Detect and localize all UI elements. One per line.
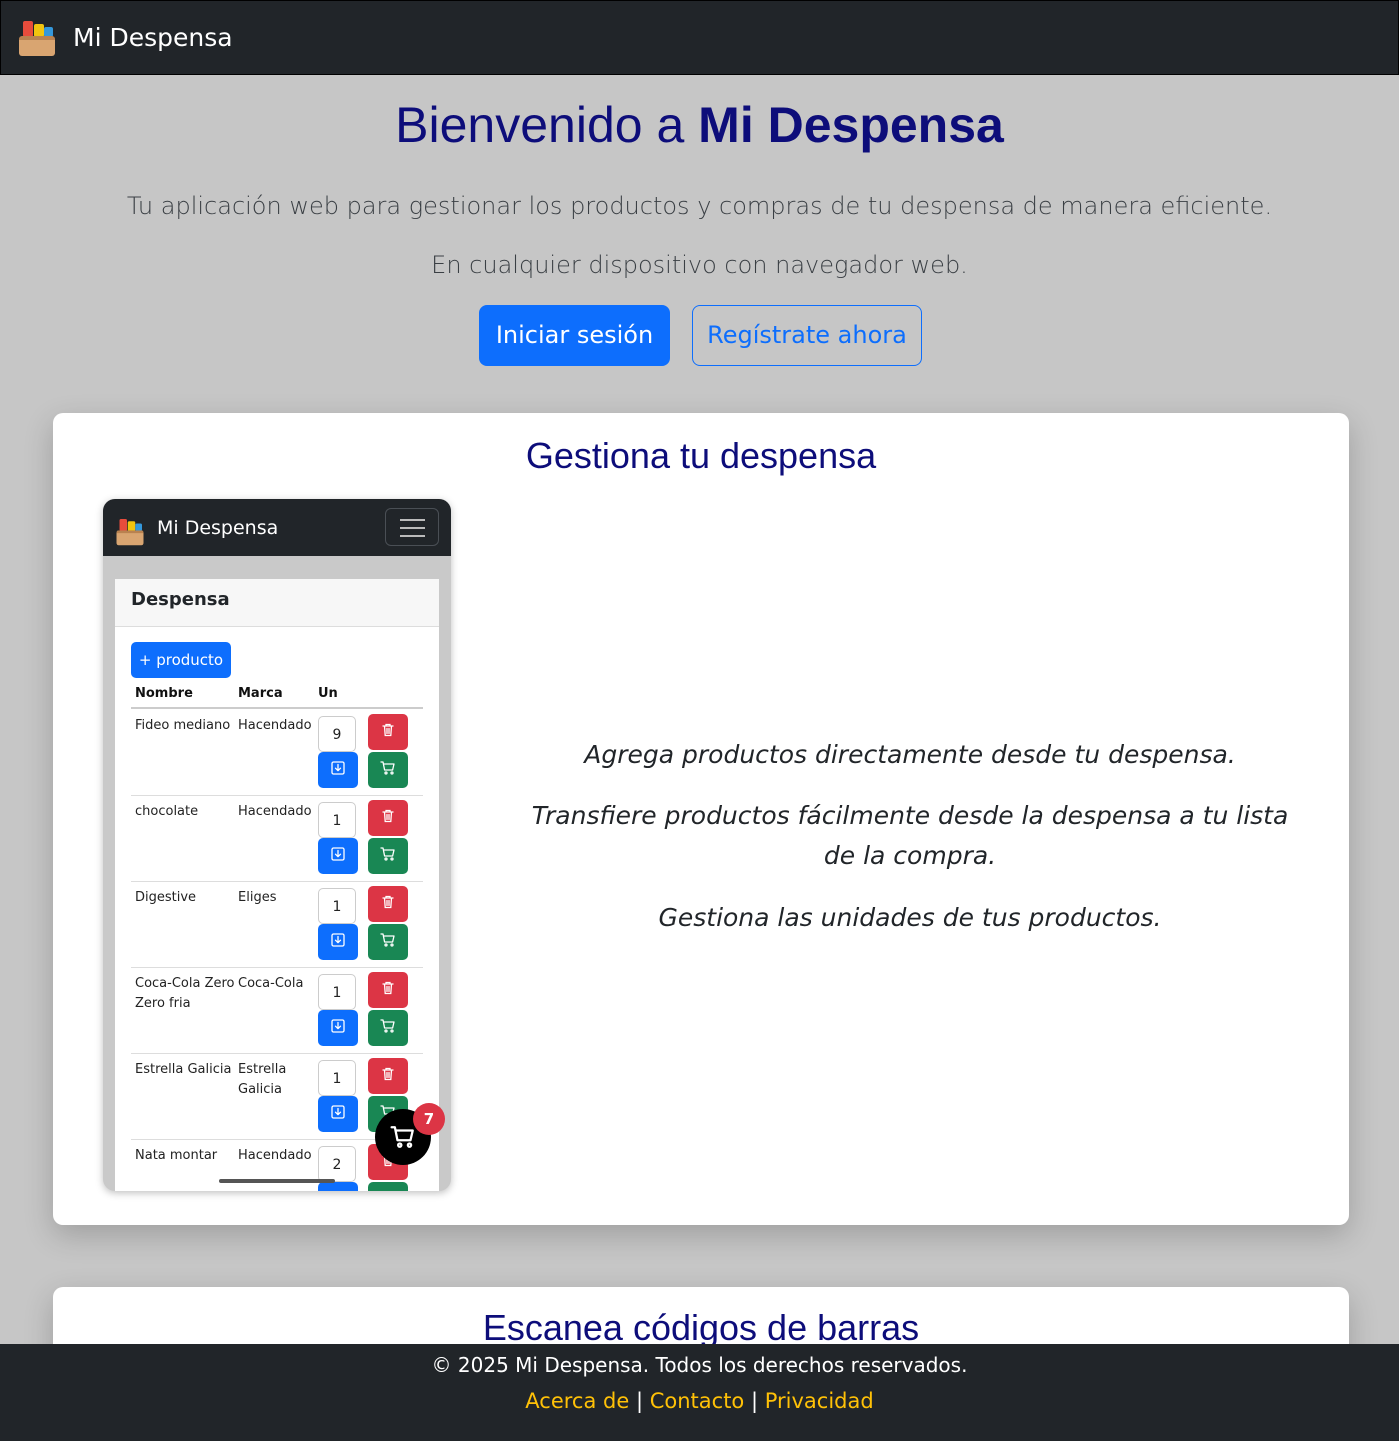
product-name: Fideo mediano <box>135 718 231 733</box>
pantry-logo-icon[interactable] <box>17 18 57 58</box>
feature-text-2: Transfiere productos fácilmente desde la… <box>531 801 1289 870</box>
navbar-brand[interactable]: Mi Despensa <box>73 23 233 52</box>
feature-title: Gestiona tu despensa <box>525 435 877 476</box>
product-brand: Hacendado <box>238 718 312 733</box>
phone-brand: Mi Despensa <box>157 516 279 539</box>
download-icon <box>330 932 346 952</box>
trash-icon <box>380 980 396 1000</box>
product-brand: Coca-Cola <box>238 976 304 991</box>
units-field: 1 <box>318 888 356 924</box>
hero-lead-2: En cualquier dispositivo con navegador w… <box>431 251 968 279</box>
product-brand: Eliges <box>238 890 277 905</box>
hero-lead-1: Tu aplicación web para gestionar los pro… <box>126 192 1273 220</box>
product-name: Coca-Cola Zero Zero fria <box>135 976 235 1011</box>
delete-button <box>368 800 408 836</box>
table-row: Fideo mediano Hacendado 9 <box>131 710 423 796</box>
footer-copyright: © 2025 Mi Despensa. Todos los derechos r… <box>431 1353 968 1377</box>
hero-title: Bienvenido a Mi Despensa <box>0 96 1399 154</box>
login-button[interactable]: Iniciar sesión <box>479 305 670 366</box>
cart-icon <box>380 846 396 866</box>
hero-title-prefix: Bienvenido a <box>395 97 699 153</box>
footer: © 2025 Mi Despensa. Todos los derechos r… <box>0 1344 1399 1441</box>
header-divider <box>131 707 423 709</box>
phone-navbar: Mi Despensa <box>103 499 451 556</box>
column-header-brand: Marca <box>238 686 283 701</box>
product-brand: Hacendado <box>238 804 312 819</box>
delete-button <box>368 1058 408 1094</box>
phone-home-bar <box>219 1179 335 1183</box>
cart-icon <box>390 1126 414 1148</box>
add-to-cart-button <box>368 838 408 874</box>
product-name: Estrella Galicia <box>135 1062 232 1077</box>
trash-icon <box>380 894 396 914</box>
cart-icon <box>380 760 396 780</box>
link-separator: | <box>629 1389 650 1413</box>
pantry-panel: Despensa + producto Nombre Marca Un Fide… <box>115 579 439 1191</box>
hamburger-menu-icon <box>385 508 439 546</box>
add-to-cart-button <box>368 1182 408 1191</box>
column-header-name: Nombre <box>135 686 193 701</box>
phone-screenshot: Mi Despensa Despensa + producto Nombre M… <box>103 499 451 1191</box>
table-row: Digestive Eliges 1 <box>131 882 423 968</box>
trash-icon <box>380 722 396 742</box>
product-name: Digestive <box>135 890 197 905</box>
delete-button <box>368 886 408 922</box>
download-icon <box>330 1104 346 1124</box>
table-row: chocolate Hacendado 1 <box>131 796 423 882</box>
move-to-list-button <box>318 1182 358 1191</box>
units-field: 9 <box>318 716 356 752</box>
move-to-list-button <box>318 1010 358 1046</box>
download-icon <box>330 846 346 866</box>
top-navbar: Mi Despensa <box>0 0 1399 75</box>
column-header-units: Un <box>318 686 338 701</box>
link-separator: | <box>744 1389 765 1413</box>
delete-button <box>368 714 408 750</box>
units-field: 1 <box>318 1060 356 1096</box>
feature-text-1: Agrega productos directamente desde tu d… <box>584 740 1236 769</box>
units-field: 1 <box>318 802 356 838</box>
move-to-list-button <box>318 838 358 874</box>
table-row: Coca-Cola Zero Zero fria Coca-Cola 1 <box>131 968 423 1054</box>
product-brand: Estrella Galicia <box>238 1062 287 1097</box>
units-field: 2 <box>318 1146 356 1182</box>
footer-links: Acerca de | Contacto | Privacidad <box>0 1389 1399 1413</box>
cart-icon <box>380 932 396 952</box>
download-icon <box>330 760 346 780</box>
move-to-list-button <box>318 752 358 788</box>
panel-title: Despensa <box>115 579 439 627</box>
download-icon <box>330 1190 346 1191</box>
delete-button <box>368 972 408 1008</box>
move-to-list-button <box>318 1096 358 1132</box>
cart-count-badge: 7 <box>413 1103 445 1135</box>
units-field: 1 <box>318 974 356 1010</box>
product-name: Nata montar <box>135 1148 218 1163</box>
download-icon <box>330 1018 346 1038</box>
move-to-list-button <box>318 924 358 960</box>
privacy-link[interactable]: Privacidad <box>765 1389 874 1413</box>
cart-icon <box>380 1190 396 1191</box>
cart-icon <box>380 1018 396 1038</box>
contact-link[interactable]: Contacto <box>650 1389 745 1413</box>
trash-icon <box>380 1066 396 1086</box>
trash-icon <box>380 808 396 828</box>
product-name: chocolate <box>135 804 199 819</box>
feature-text-3: Gestiona las unidades de tus productos. <box>658 903 1162 932</box>
hero-title-brand: Mi Despensa <box>698 97 1004 153</box>
add-to-cart-button <box>368 924 408 960</box>
add-to-cart-button <box>368 1010 408 1046</box>
feature-card-pantry: Gestiona tu despensa Mi Despensa Despens… <box>53 413 1349 1225</box>
product-brand: Hacendado <box>238 1148 312 1163</box>
register-button[interactable]: Regístrate ahora <box>692 305 922 366</box>
feature-title: Escanea códigos de barras <box>482 1307 920 1348</box>
add-product-button: + producto <box>131 642 231 678</box>
about-link[interactable]: Acerca de <box>525 1389 629 1413</box>
add-to-cart-button <box>368 752 408 788</box>
pantry-logo-icon <box>115 516 144 545</box>
